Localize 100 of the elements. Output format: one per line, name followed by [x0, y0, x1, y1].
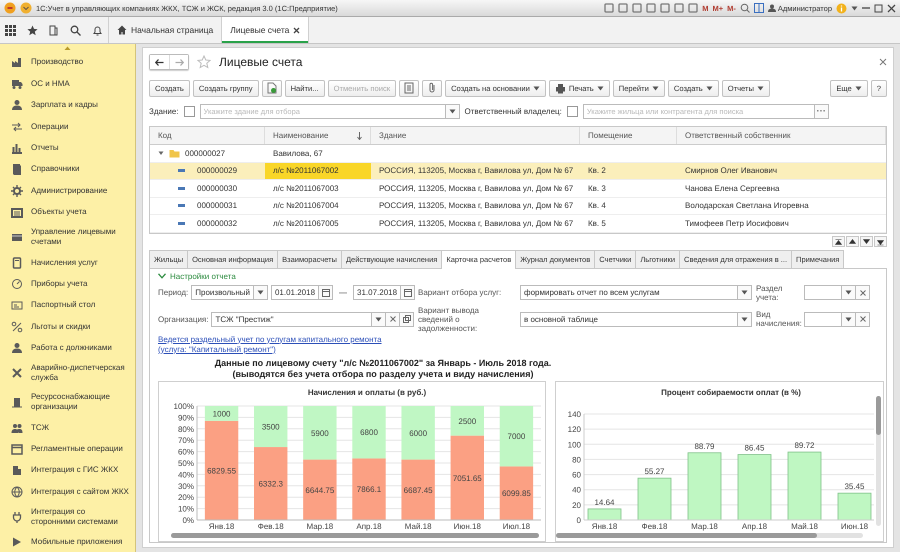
- date-field[interactable]: 01.01.2018: [270, 285, 320, 300]
- previous-row-button[interactable]: [846, 236, 859, 246]
- clear-button[interactable]: [856, 312, 870, 326]
- column-header[interactable]: Помещение: [580, 127, 677, 144]
- table-cell-text: Чанова Елена Сергеевна: [684, 182, 780, 195]
- checkbox[interactable]: [566, 106, 578, 116]
- capital-repair-link[interactable]: Ведется раздельный учет по услугам капитального ремонта (услуга: "Капитальный ремонт"): [158, 334, 408, 354]
- report-settings-toggle[interactable]: Настройки отчета: [158, 272, 236, 280]
- field-label: Вариант вывода сведений о задолженности:: [418, 306, 480, 332]
- dropdown-icon: [20, 2, 32, 14]
- list-icon: [403, 82, 416, 94]
- panel-icon: [754, 3, 764, 13]
- charge-type-field[interactable]: [804, 312, 842, 326]
- chart-bar: [303, 459, 337, 520]
- home-icon: [117, 25, 127, 35]
- sidebar-item[interactable]: Начисления услуг: [0, 252, 135, 274]
- chart-bar: [303, 406, 337, 460]
- sidebar-item[interactable]: Работа с должниками: [0, 338, 135, 359]
- data-label: 35.45: [844, 482, 865, 491]
- table-cell: л/с №2011067002: [265, 162, 371, 179]
- column-header[interactable]: Наименование: [265, 127, 371, 144]
- scrollbar[interactable]: [171, 532, 539, 538]
- period-field[interactable]: Произвольный: [191, 285, 254, 300]
- sidebar-item[interactable]: Справочники: [0, 158, 135, 180]
- sidebar-item[interactable]: Интеграция с сайтом ЖКХ: [0, 481, 135, 503]
- clear-button[interactable]: [856, 285, 870, 300]
- sidebar-item[interactable]: Регламентные операции: [0, 438, 135, 460]
- card-icon: [11, 231, 23, 244]
- last-row-button[interactable]: [874, 236, 887, 246]
- table-cell: 000000027: [185, 148, 226, 158]
- caret-icon: [375, 316, 382, 322]
- dropdown-button[interactable]: [254, 285, 268, 300]
- close-icon: [879, 58, 887, 66]
- column-header[interactable]: Ответственный собственник: [677, 127, 886, 144]
- sidebar-item[interactable]: Отчеты: [0, 137, 135, 159]
- dropdown-button[interactable]: [842, 312, 856, 326]
- gear-icon: [11, 184, 23, 197]
- sidebar-item[interactable]: Льготы и скидки: [0, 316, 135, 338]
- dropdown-button[interactable]: [738, 285, 752, 300]
- sidebar-item[interactable]: Паспортный стол: [0, 294, 135, 316]
- sidebar-item[interactable]: Ресурсоснабжающие организации: [0, 388, 135, 417]
- table-cell-text: Смирнов Олег Иванович: [684, 165, 778, 178]
- factory-icon: [11, 56, 23, 68]
- column-header[interactable]: Здание: [371, 127, 580, 144]
- data-label: 89.72: [794, 440, 815, 450]
- report-heading: Данные по лицевому счету "л/с №2011067002" за Январь - Июль 2018 года.: [214, 358, 552, 368]
- tab[interactable]: Лицевые счета: [222, 17, 310, 43]
- sidebar-item[interactable]: Мобильные приложения: [0, 532, 135, 552]
- chart-bar: [588, 508, 622, 520]
- sidebar-item[interactable]: Приборы учета: [0, 273, 135, 295]
- organization-field[interactable]: ТСЖ "Престиж": [211, 312, 372, 326]
- dropdown-button[interactable]: [446, 104, 460, 118]
- next-row-button[interactable]: [860, 236, 873, 246]
- filter-label: Здание:: [149, 106, 179, 116]
- table-cell: 000000029: [197, 166, 238, 176]
- app-logo-icon: [4, 2, 16, 14]
- id-card-icon: [11, 299, 23, 312]
- person-icon: [11, 99, 23, 112]
- sidebar-item[interactable]: Интеграция со сторонними системами: [0, 502, 135, 532]
- field-label: Вид начисления:: [756, 310, 800, 328]
- sidebar-item[interactable]: Интеграция с ГИС ЖКХ: [0, 460, 135, 482]
- sidebar-item[interactable]: Объекты учета: [0, 201, 135, 223]
- scrollbar[interactable]: [876, 396, 881, 526]
- triangle-icon: [835, 236, 842, 246]
- sidebar-item[interactable]: Управление лицевыми счетами: [0, 222, 135, 252]
- open-button[interactable]: [400, 312, 414, 326]
- axis-label: 100%: [174, 402, 194, 410]
- sidebar-item[interactable]: Операции: [0, 116, 135, 138]
- select-button[interactable]: [814, 104, 829, 118]
- star-icon: [197, 55, 211, 69]
- sidebar-item[interactable]: ОС и НМА: [0, 73, 135, 94]
- toolbar-button[interactable]: [399, 80, 420, 96]
- scrollbar[interactable]: [556, 532, 863, 538]
- column-header[interactable]: Код: [150, 127, 265, 144]
- table-cell-text: л/с №2011067004: [272, 200, 340, 212]
- back-button[interactable]: [150, 55, 169, 69]
- swap-icon: [11, 120, 23, 133]
- service-filter-field[interactable]: формировать отчет по всем услугам: [520, 285, 738, 300]
- sidebar-item[interactable]: Производство: [0, 52, 135, 74]
- dropdown-button[interactable]: [842, 285, 856, 300]
- toolbar-button[interactable]: [422, 80, 442, 96]
- data-label: 6800: [360, 428, 378, 437]
- calendar-button[interactable]: [319, 285, 334, 300]
- toolbar-button[interactable]: [262, 80, 282, 96]
- sidebar-item[interactable]: Аварийно-диспетчерская служба: [0, 358, 135, 388]
- first-row-button[interactable]: [832, 236, 845, 246]
- axis-label: 60%: [178, 447, 194, 456]
- sidebar-item[interactable]: Зарплата и кадры: [0, 94, 135, 116]
- clear-button[interactable]: [386, 312, 400, 326]
- sidebar-item[interactable]: Администрирование: [0, 180, 135, 202]
- dropdown-button[interactable]: [738, 312, 752, 326]
- date-field[interactable]: 31.07.2018: [353, 285, 402, 300]
- dropdown-button[interactable]: [372, 312, 386, 326]
- table-cell-text: РОССИЯ, 113205, Москва г, Вавилова ул, Дом № 67: [378, 218, 574, 230]
- calendar-button[interactable]: [401, 285, 416, 300]
- debt-output-field[interactable]: в основной таблице: [520, 312, 738, 326]
- section-field[interactable]: [804, 285, 842, 300]
- chart-bar: [738, 454, 772, 520]
- sidebar-item[interactable]: ТСЖ: [0, 416, 135, 438]
- checkbox[interactable]: [184, 106, 195, 116]
